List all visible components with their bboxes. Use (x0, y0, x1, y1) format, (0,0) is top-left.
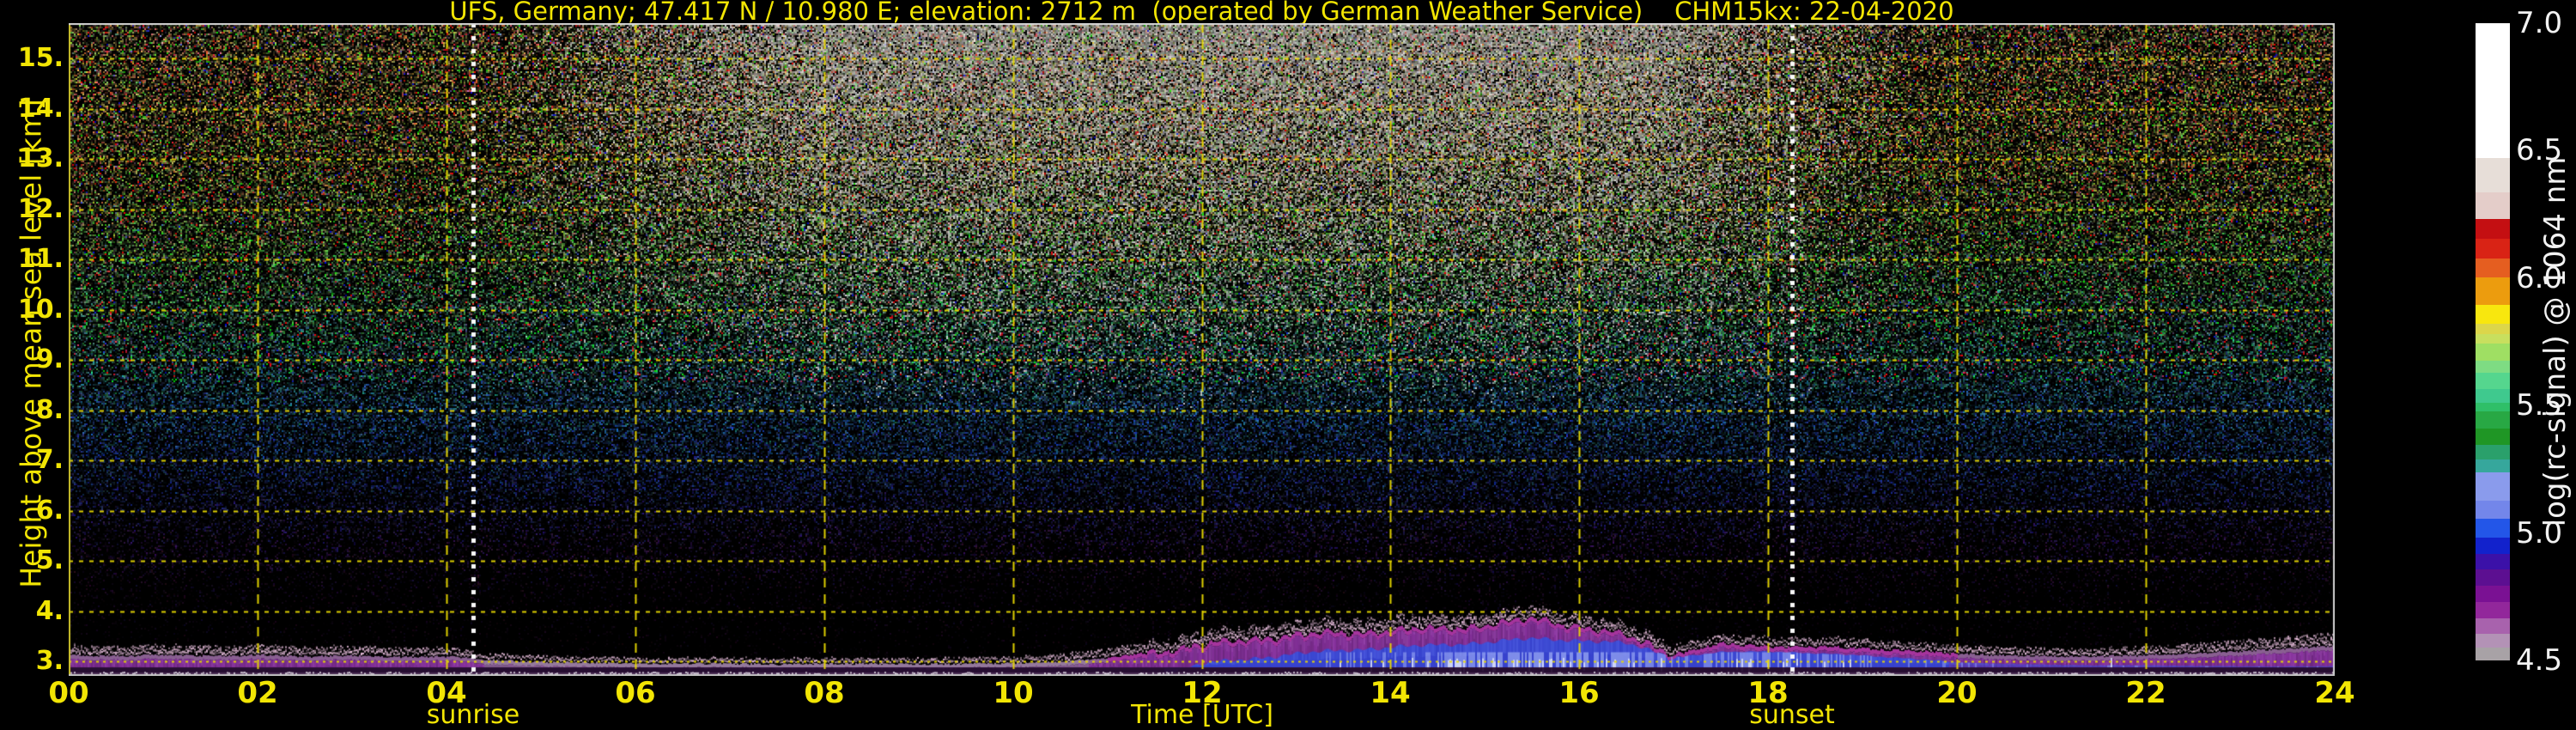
colorbar-segment (2476, 569, 2510, 586)
colorbar-tick-label: 7.0 (2516, 8, 2576, 39)
y-tick-label: 8. (0, 396, 64, 425)
x-axis-label: Time [UTC] (1099, 702, 1305, 729)
x-tick-label: 22 (2094, 678, 2197, 709)
colorbar-segment (2476, 389, 2510, 403)
colorbar-segment (2476, 324, 2510, 334)
colorbar-segment (2476, 373, 2510, 390)
y-tick-label: 15. (0, 44, 64, 73)
colorbar-segment (2476, 429, 2510, 446)
colorbar-segment (2476, 277, 2510, 305)
colorbar-segment (2476, 411, 2510, 429)
y-tick-label: 4. (0, 597, 64, 626)
y-tick-label: 3. (0, 647, 64, 676)
sunrise-label: sunrise (370, 702, 576, 729)
y-tick-label: 12. (0, 195, 64, 224)
x-tick-label: 06 (584, 678, 687, 709)
y-tick-label: 11. (0, 245, 64, 274)
colorbar-segment (2476, 459, 2510, 472)
ceilometer-quicklook-page: UFS, Germany; 47.417 N / 10.980 E; eleva… (0, 0, 2576, 730)
x-tick-label: 00 (17, 678, 120, 709)
x-tick-label: 02 (206, 678, 309, 709)
colorbar-segment (2476, 23, 2510, 158)
colorbar-segment (2476, 602, 2510, 618)
colorbar-segment (2476, 259, 2510, 277)
x-tick-label: 08 (773, 678, 876, 709)
colorbar-segment (2476, 634, 2510, 648)
colorbar-segment (2476, 586, 2510, 602)
x-tick-label: 16 (1528, 678, 1631, 709)
colorbar-segment (2476, 305, 2510, 325)
colorbar-segment (2476, 219, 2510, 239)
colorbar-segment (2476, 554, 2510, 570)
colorbar-segment (2476, 344, 2510, 361)
colorbar-segment (2476, 618, 2510, 635)
colorbar-segment (2476, 334, 2510, 344)
colorbar-segment (2476, 519, 2510, 538)
colorbar-segment (2476, 158, 2510, 192)
x-tick-label: 24 (2283, 678, 2386, 709)
y-tick-label: 5. (0, 546, 64, 575)
y-tick-label: 9. (0, 345, 64, 374)
x-tick-label: 20 (1905, 678, 2008, 709)
colorbar-segment (2476, 361, 2510, 373)
colorbar-segment (2476, 403, 2510, 411)
x-tick-label: 14 (1339, 678, 1442, 709)
y-tick-label: 7. (0, 446, 64, 475)
colorbar (2476, 23, 2510, 660)
colorbar-tick-label: 4.5 (2516, 645, 2576, 676)
sunset-label: sunset (1689, 702, 1895, 729)
y-tick-label: 14. (0, 94, 64, 124)
colorbar-segment (2476, 445, 2510, 459)
colorbar-segment (2476, 538, 2510, 554)
colorbar-segment (2476, 472, 2510, 501)
plot-title: UFS, Germany; 47.417 N / 10.980 E; eleva… (69, 0, 2335, 22)
colorbar-segment (2476, 648, 2510, 660)
backscatter-heatmap-canvas (69, 23, 2335, 676)
y-tick-label: 10. (0, 295, 64, 325)
colorbar-segment (2476, 239, 2510, 259)
y-tick-label: 13. (0, 144, 64, 173)
colorbar-axis-label: log(rc-signal) @ 1064 nm (2538, 157, 2573, 527)
x-tick-label: 10 (962, 678, 1065, 709)
y-tick-label: 6. (0, 496, 64, 526)
colorbar-segment (2476, 192, 2510, 219)
colorbar-segment (2476, 501, 2510, 520)
